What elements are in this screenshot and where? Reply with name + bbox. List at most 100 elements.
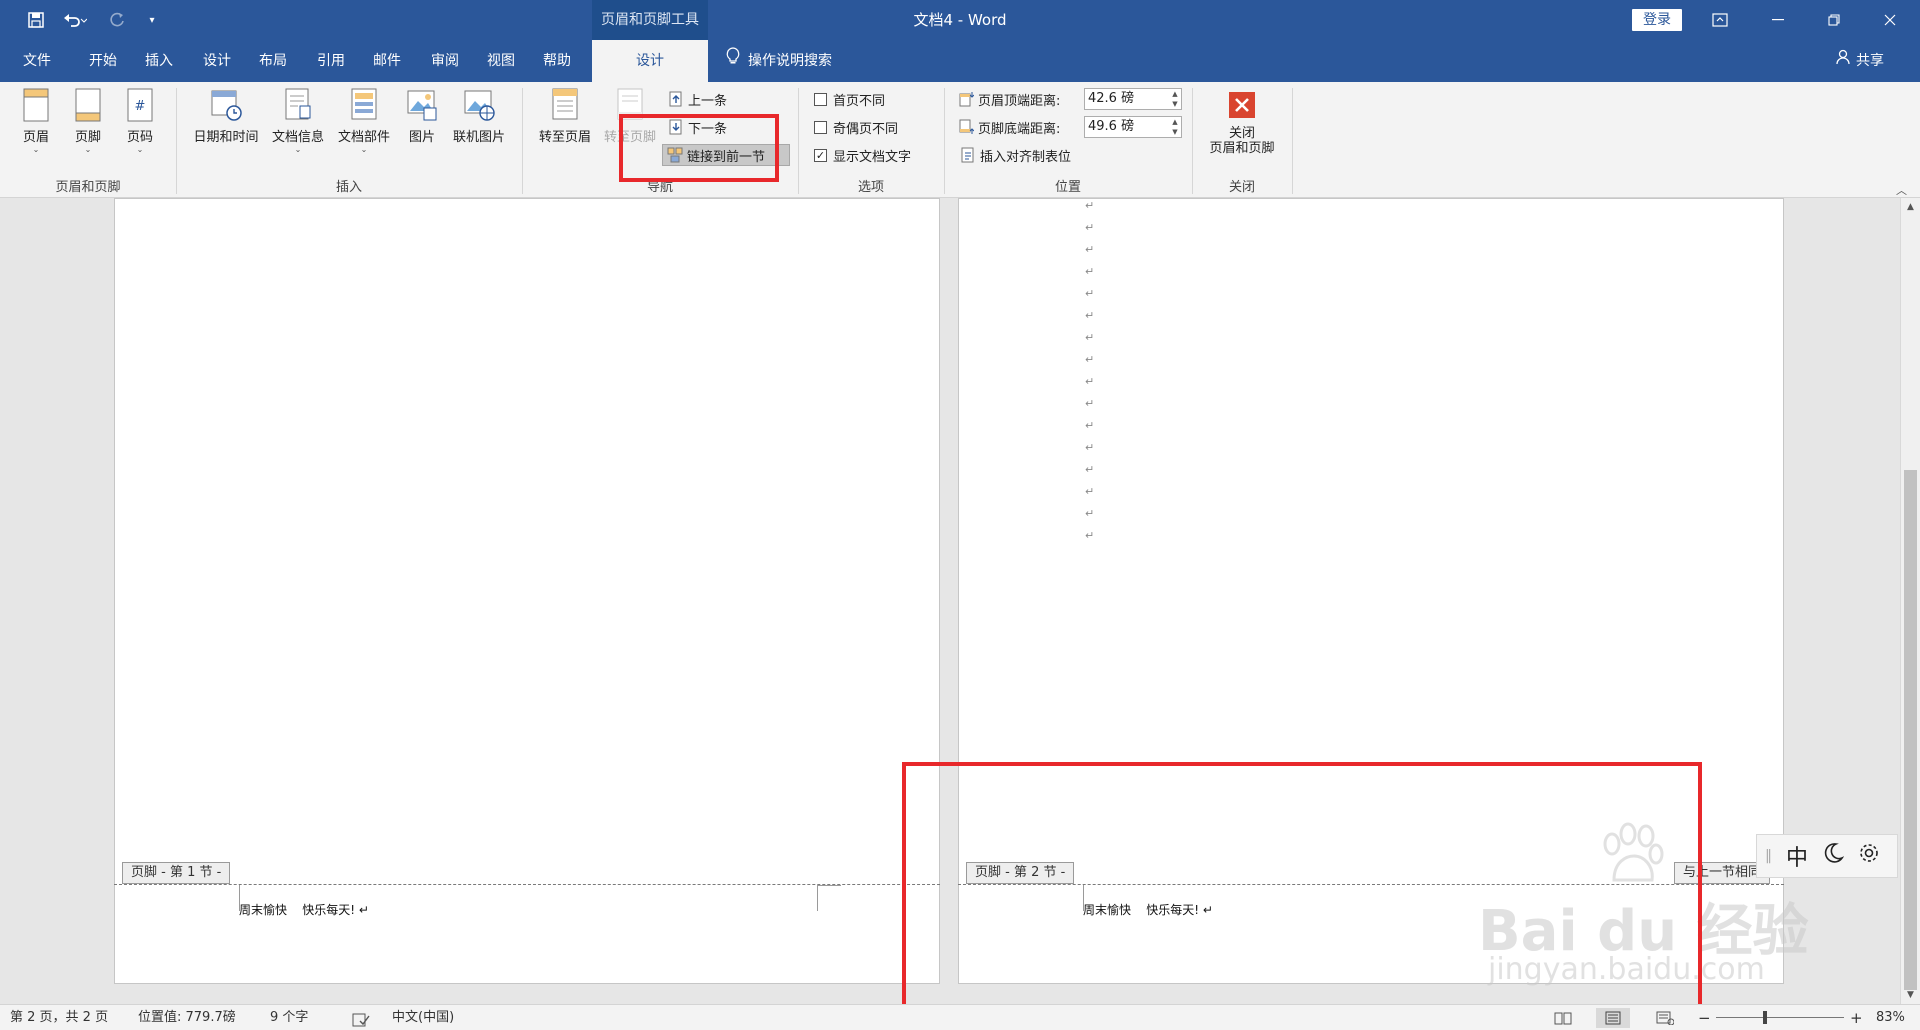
- tab-review[interactable]: 审阅: [420, 40, 470, 82]
- close-header-footer-button[interactable]: 关闭 页眉和页脚: [1200, 88, 1284, 172]
- customize-qat-icon[interactable]: ▾: [144, 8, 160, 32]
- group-label-options: 选项: [857, 180, 884, 195]
- close-window-icon[interactable]: [1862, 0, 1918, 40]
- footer-bottom-distance-label-wrap: 页脚底端距离:: [958, 116, 1060, 138]
- share-label: 共享: [1856, 53, 1884, 69]
- different-first-page-checkbox[interactable]: 首页不同: [814, 88, 885, 110]
- tab-layout[interactable]: 布局: [248, 40, 298, 82]
- group-label-header-footer: 页眉和页脚: [55, 180, 121, 195]
- date-time-button[interactable]: 日期和时间: [186, 88, 266, 172]
- checkmark-icon: ✓: [814, 148, 827, 162]
- zoom-slider-track[interactable]: [1716, 1017, 1844, 1018]
- group-label-close: 关闭: [1228, 180, 1255, 195]
- paragraph-mark: ↵: [1085, 199, 1095, 212]
- ime-toolbar[interactable]: ‖ 中: [1756, 834, 1898, 878]
- page-count[interactable]: 第 2 页，共 2 页: [10, 1005, 108, 1030]
- header-button[interactable]: 页眉 ⌄: [14, 88, 58, 172]
- footer-button[interactable]: 页脚 ⌄: [66, 88, 110, 172]
- doc-info-label: 文档信息: [271, 130, 324, 145]
- different-odd-even-checkbox[interactable]: 奇偶页不同: [814, 116, 898, 138]
- language[interactable]: 中文(中国): [392, 1005, 454, 1030]
- paragraph-mark: ↵: [1085, 309, 1095, 322]
- different-odd-even-label: 奇偶页不同: [833, 121, 899, 137]
- quick-parts-label: 文档部件: [337, 130, 390, 145]
- tab-mailings[interactable]: 邮件: [362, 40, 412, 82]
- vertical-scrollbar[interactable]: ▲ ▼: [1900, 198, 1920, 1004]
- scroll-down-icon[interactable]: ▼: [1901, 986, 1920, 1004]
- spinner-arrows-icon[interactable]: ▲ ▼: [1169, 89, 1181, 109]
- tab-home[interactable]: 开始: [78, 40, 128, 82]
- footer-boundary-line: [114, 884, 940, 885]
- paragraph-mark: ↵: [1085, 507, 1095, 520]
- read-mode-icon[interactable]: [1546, 1008, 1580, 1028]
- zoom-in-icon[interactable]: +: [1850, 1005, 1863, 1030]
- show-document-text-label: 显示文档文字: [833, 149, 912, 165]
- date-time-label: 日期和时间: [193, 130, 259, 145]
- picture-button[interactable]: 图片: [400, 88, 444, 172]
- position-value[interactable]: 位置值: 779.7磅: [138, 1005, 236, 1030]
- collapse-ribbon-icon[interactable]: ︿: [1896, 182, 1907, 198]
- doc-info-button[interactable]: 文档信息 ⌄: [266, 88, 330, 172]
- online-picture-button[interactable]: 联机图片: [446, 88, 512, 172]
- ime-mode-label[interactable]: 中: [1786, 840, 1808, 872]
- restore-icon[interactable]: [1806, 0, 1862, 40]
- paragraph-mark: ↵: [1085, 463, 1095, 476]
- scrollbar-thumb[interactable]: [1904, 470, 1917, 990]
- spinner-arrows-icon[interactable]: ▲ ▼: [1169, 117, 1181, 137]
- group-label-position: 位置: [1054, 180, 1081, 195]
- different-first-page-label: 首页不同: [833, 93, 886, 109]
- share-button[interactable]: 共享: [1836, 40, 1884, 82]
- page-number-label: 页码: [126, 130, 153, 145]
- redo-icon[interactable]: [106, 8, 128, 32]
- person-icon: [1836, 40, 1852, 82]
- save-icon[interactable]: [24, 8, 48, 32]
- moon-icon[interactable]: [1822, 842, 1845, 870]
- footer-distance-icon: [959, 119, 974, 134]
- tab-file[interactable]: 文件: [8, 40, 66, 82]
- online-picture-label: 联机图片: [452, 130, 505, 145]
- header-top-distance-input[interactable]: 42.6 磅 ▲ ▼: [1084, 88, 1182, 110]
- annotation-box-link-previous: [619, 114, 779, 182]
- word-count[interactable]: 9 个字: [270, 1005, 308, 1030]
- ribbon-display-icon[interactable]: [1692, 0, 1748, 40]
- page-number-button[interactable]: # 页码 ⌄: [118, 88, 162, 172]
- tab-insert[interactable]: 插入: [134, 40, 184, 82]
- context-tool-label: 页眉和页脚工具: [592, 0, 708, 40]
- page-number-icon: #: [127, 88, 153, 122]
- footer-bottom-distance-label: 页脚底端距离:: [978, 121, 1061, 137]
- tell-me-search[interactable]: 操作说明搜索: [726, 40, 832, 82]
- paragraph-mark: ↵: [1085, 243, 1095, 256]
- paragraph-mark: ↵: [1085, 397, 1095, 410]
- scroll-up-icon[interactable]: ▲: [1901, 198, 1920, 216]
- group-label-insert: 插入: [335, 180, 362, 195]
- drag-handle-icon[interactable]: ‖: [1765, 848, 1772, 864]
- paragraph-mark: ↵: [1085, 221, 1095, 234]
- zoom-slider-thumb[interactable]: [1763, 1011, 1767, 1024]
- footer-text-section-1[interactable]: 周末愉快 快乐每天! ↵: [239, 901, 369, 918]
- tab-view[interactable]: 视图: [476, 40, 526, 82]
- paragraph-mark: ↵: [1085, 441, 1095, 454]
- tab-design[interactable]: 设计: [192, 40, 242, 82]
- dropdown-arrow-icon: ⌄: [294, 145, 302, 154]
- tab-references[interactable]: 引用: [306, 40, 356, 82]
- header-label: 页眉: [22, 130, 49, 145]
- settings-gear-icon[interactable]: [1858, 842, 1880, 870]
- tab-help[interactable]: 帮助: [532, 40, 582, 82]
- insert-alignment-tab-button[interactable]: 插入对齐制表位: [960, 144, 1071, 166]
- tab-hf-design[interactable]: 设计: [592, 40, 708, 82]
- web-layout-icon[interactable]: [1648, 1008, 1682, 1028]
- header-distance-icon: [959, 92, 974, 107]
- previous-button[interactable]: 上一条: [668, 88, 727, 110]
- calendar-clock-icon: [211, 90, 242, 121]
- footer-bottom-distance-input[interactable]: 49.6 磅 ▲ ▼: [1084, 116, 1182, 138]
- goto-header-button[interactable]: 转至页眉: [532, 88, 598, 172]
- show-document-text-checkbox[interactable]: ✓ 显示文档文字: [814, 144, 911, 166]
- proofing-icon[interactable]: [352, 1011, 370, 1027]
- quick-parts-button[interactable]: 文档部件 ⌄: [332, 88, 396, 172]
- minimize-icon[interactable]: [1750, 0, 1806, 40]
- login-button[interactable]: 登录: [1632, 9, 1682, 31]
- print-layout-icon[interactable]: [1596, 1008, 1630, 1028]
- zoom-level[interactable]: 83%: [1876, 1005, 1905, 1030]
- zoom-out-icon[interactable]: −: [1698, 1005, 1711, 1030]
- undo-icon[interactable]: [58, 8, 92, 32]
